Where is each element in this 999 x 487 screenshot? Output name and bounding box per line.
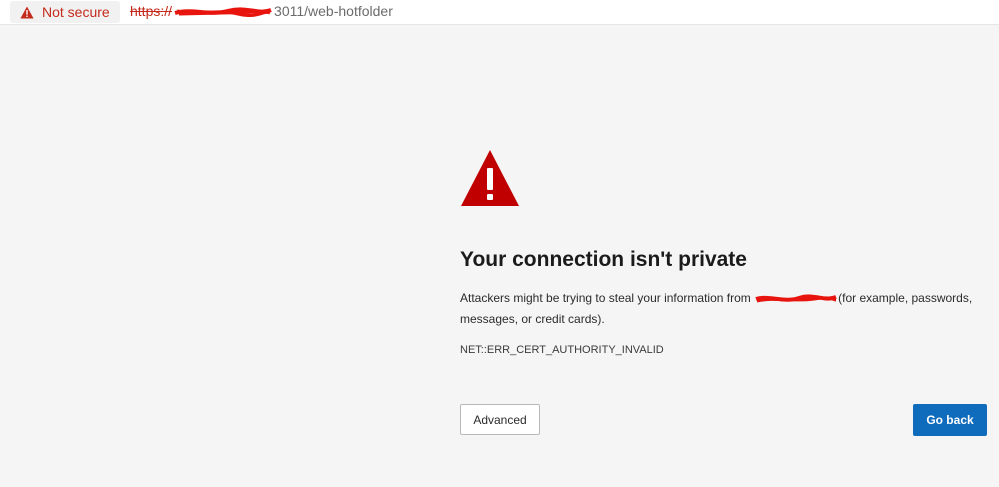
- url-scheme: https://: [130, 3, 173, 19]
- go-back-button[interactable]: Go back: [913, 404, 987, 436]
- error-code: NET::ERR_CERT_AUTHORITY_INVALID: [460, 344, 664, 356]
- warning-triangle-icon: [20, 6, 34, 18]
- description-text-before: Attackers might be trying to steal your …: [460, 291, 755, 305]
- redaction-scribble: [174, 7, 272, 18]
- redaction-scribble: [755, 294, 837, 303]
- advanced-button[interactable]: Advanced: [460, 404, 540, 435]
- error-title: Your connection isn't private: [460, 248, 747, 271]
- address-bar: Not secure https:// 3011/web-hotfolder: [0, 0, 999, 25]
- url-path: 3011/web-hotfolder: [274, 3, 393, 19]
- url-field[interactable]: https:// 3011/web-hotfolder: [130, 3, 393, 19]
- not-secure-label: Not secure: [42, 4, 110, 20]
- not-secure-indicator[interactable]: Not secure: [10, 1, 120, 23]
- warning-triangle-icon: [461, 150, 519, 206]
- error-description: Attackers might be trying to steal your …: [460, 288, 995, 330]
